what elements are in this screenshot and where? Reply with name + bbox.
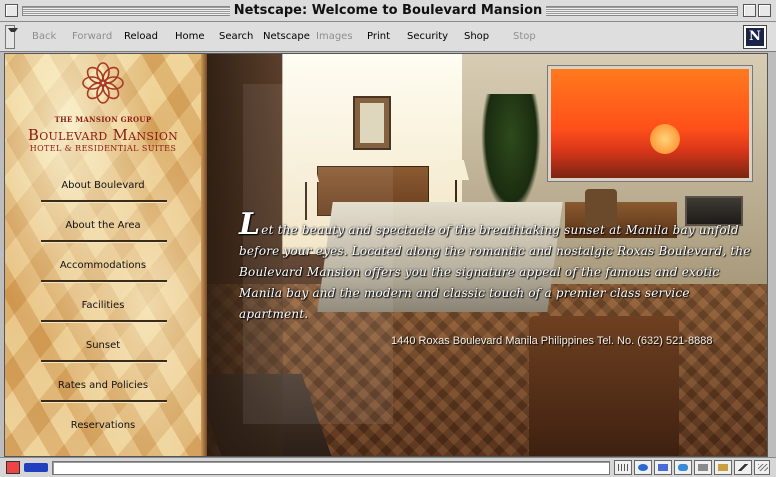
- sunset-painting: [548, 66, 752, 181]
- nav-label: Sunset: [85, 340, 121, 351]
- nav-divider: [41, 280, 167, 282]
- nav-label: Accommodations: [59, 260, 147, 271]
- collapse-box-icon[interactable]: [758, 4, 771, 17]
- edit-pen-icon[interactable]: [734, 460, 752, 475]
- print-button[interactable]: Print: [367, 31, 390, 42]
- activity-grid-icon[interactable]: [614, 460, 632, 475]
- zoom-box-icon[interactable]: [743, 4, 756, 17]
- nav-label: About Boulevard: [61, 180, 145, 191]
- nav-divider: [41, 360, 167, 362]
- sidebar: THE MANSION GROUP Boulevard Mansion HOTE…: [5, 54, 207, 456]
- status-text: [52, 461, 610, 475]
- flower-logo-icon: [82, 62, 124, 104]
- back-button[interactable]: Back: [32, 31, 56, 42]
- resize-grip-icon[interactable]: [754, 460, 770, 475]
- forward-button[interactable]: Forward: [72, 31, 112, 42]
- nav-sunset[interactable]: Sunset: [5, 334, 201, 362]
- nav-about-boulevard[interactable]: About Boulevard: [5, 174, 201, 202]
- composer-icon[interactable]: [714, 460, 732, 475]
- stop-button[interactable]: Stop: [513, 31, 536, 42]
- nav-label: Reservations: [70, 420, 136, 431]
- address-book-icon[interactable]: [694, 460, 712, 475]
- connection-status-icon: [24, 463, 48, 472]
- shop-button[interactable]: Shop: [464, 31, 489, 42]
- intro-text: et the beauty and spectacle of the breat…: [239, 223, 751, 321]
- images-button[interactable]: Images: [316, 31, 353, 42]
- window-title: Netscape: Welcome to Boulevard Mansion: [0, 3, 776, 18]
- hotel-room-photo: Let the beauty and spectacle of the brea…: [207, 54, 767, 456]
- netscape-throbber-icon[interactable]: N: [743, 25, 767, 49]
- navigation-toolbar: Back Forward Reload Home Search Netscape…: [0, 22, 776, 52]
- reload-button[interactable]: Reload: [124, 31, 158, 42]
- nav-divider: [41, 400, 167, 402]
- nav-label: Rates and Policies: [57, 380, 149, 391]
- nav-label: Facilities: [81, 300, 125, 311]
- intro-drop-cap: L: [239, 207, 261, 242]
- intro-paragraph: Let the beauty and spectacle of the brea…: [239, 210, 755, 325]
- nav-accommodations[interactable]: Accommodations: [5, 254, 201, 282]
- brand-group-label: THE MANSION GROUP: [54, 115, 152, 124]
- throbber-letter: N: [746, 28, 764, 46]
- toolbar-collapse-icon[interactable]: [5, 25, 18, 49]
- brand-name: Boulevard Mansion: [27, 126, 179, 144]
- home-button[interactable]: Home: [175, 31, 205, 42]
- hotel-address: 1440 Roxas Boulevard Manila Philippines …: [391, 335, 713, 347]
- page-content: THE MANSION GROUP Boulevard Mansion HOTE…: [4, 53, 768, 457]
- search-button[interactable]: Search: [219, 31, 253, 42]
- discussion-icon[interactable]: [674, 460, 692, 475]
- mail-icon[interactable]: [654, 460, 672, 475]
- potted-plant: [481, 94, 541, 214]
- security-button[interactable]: Security: [407, 31, 448, 42]
- nav-facilities[interactable]: Facilities: [5, 294, 201, 322]
- status-bar: [0, 457, 776, 477]
- netscape-button[interactable]: Netscape: [263, 31, 310, 42]
- nav-about-the-area[interactable]: About the Area: [5, 214, 201, 242]
- nav-reservations[interactable]: Reservations: [5, 414, 201, 442]
- security-lock-icon[interactable]: [6, 461, 20, 474]
- nav-divider: [41, 320, 167, 322]
- nav-divider: [41, 200, 167, 202]
- window-titlebar[interactable]: Netscape: Welcome to Boulevard Mansion: [0, 0, 776, 22]
- navigator-icon[interactable]: [634, 460, 652, 475]
- nav-rates-and-policies[interactable]: Rates and Policies: [5, 374, 201, 402]
- nav-divider: [41, 240, 167, 242]
- nav-label: About the Area: [65, 220, 141, 231]
- brand-subtitle: HOTEL & RESIDENTIAL SUITES: [29, 144, 177, 153]
